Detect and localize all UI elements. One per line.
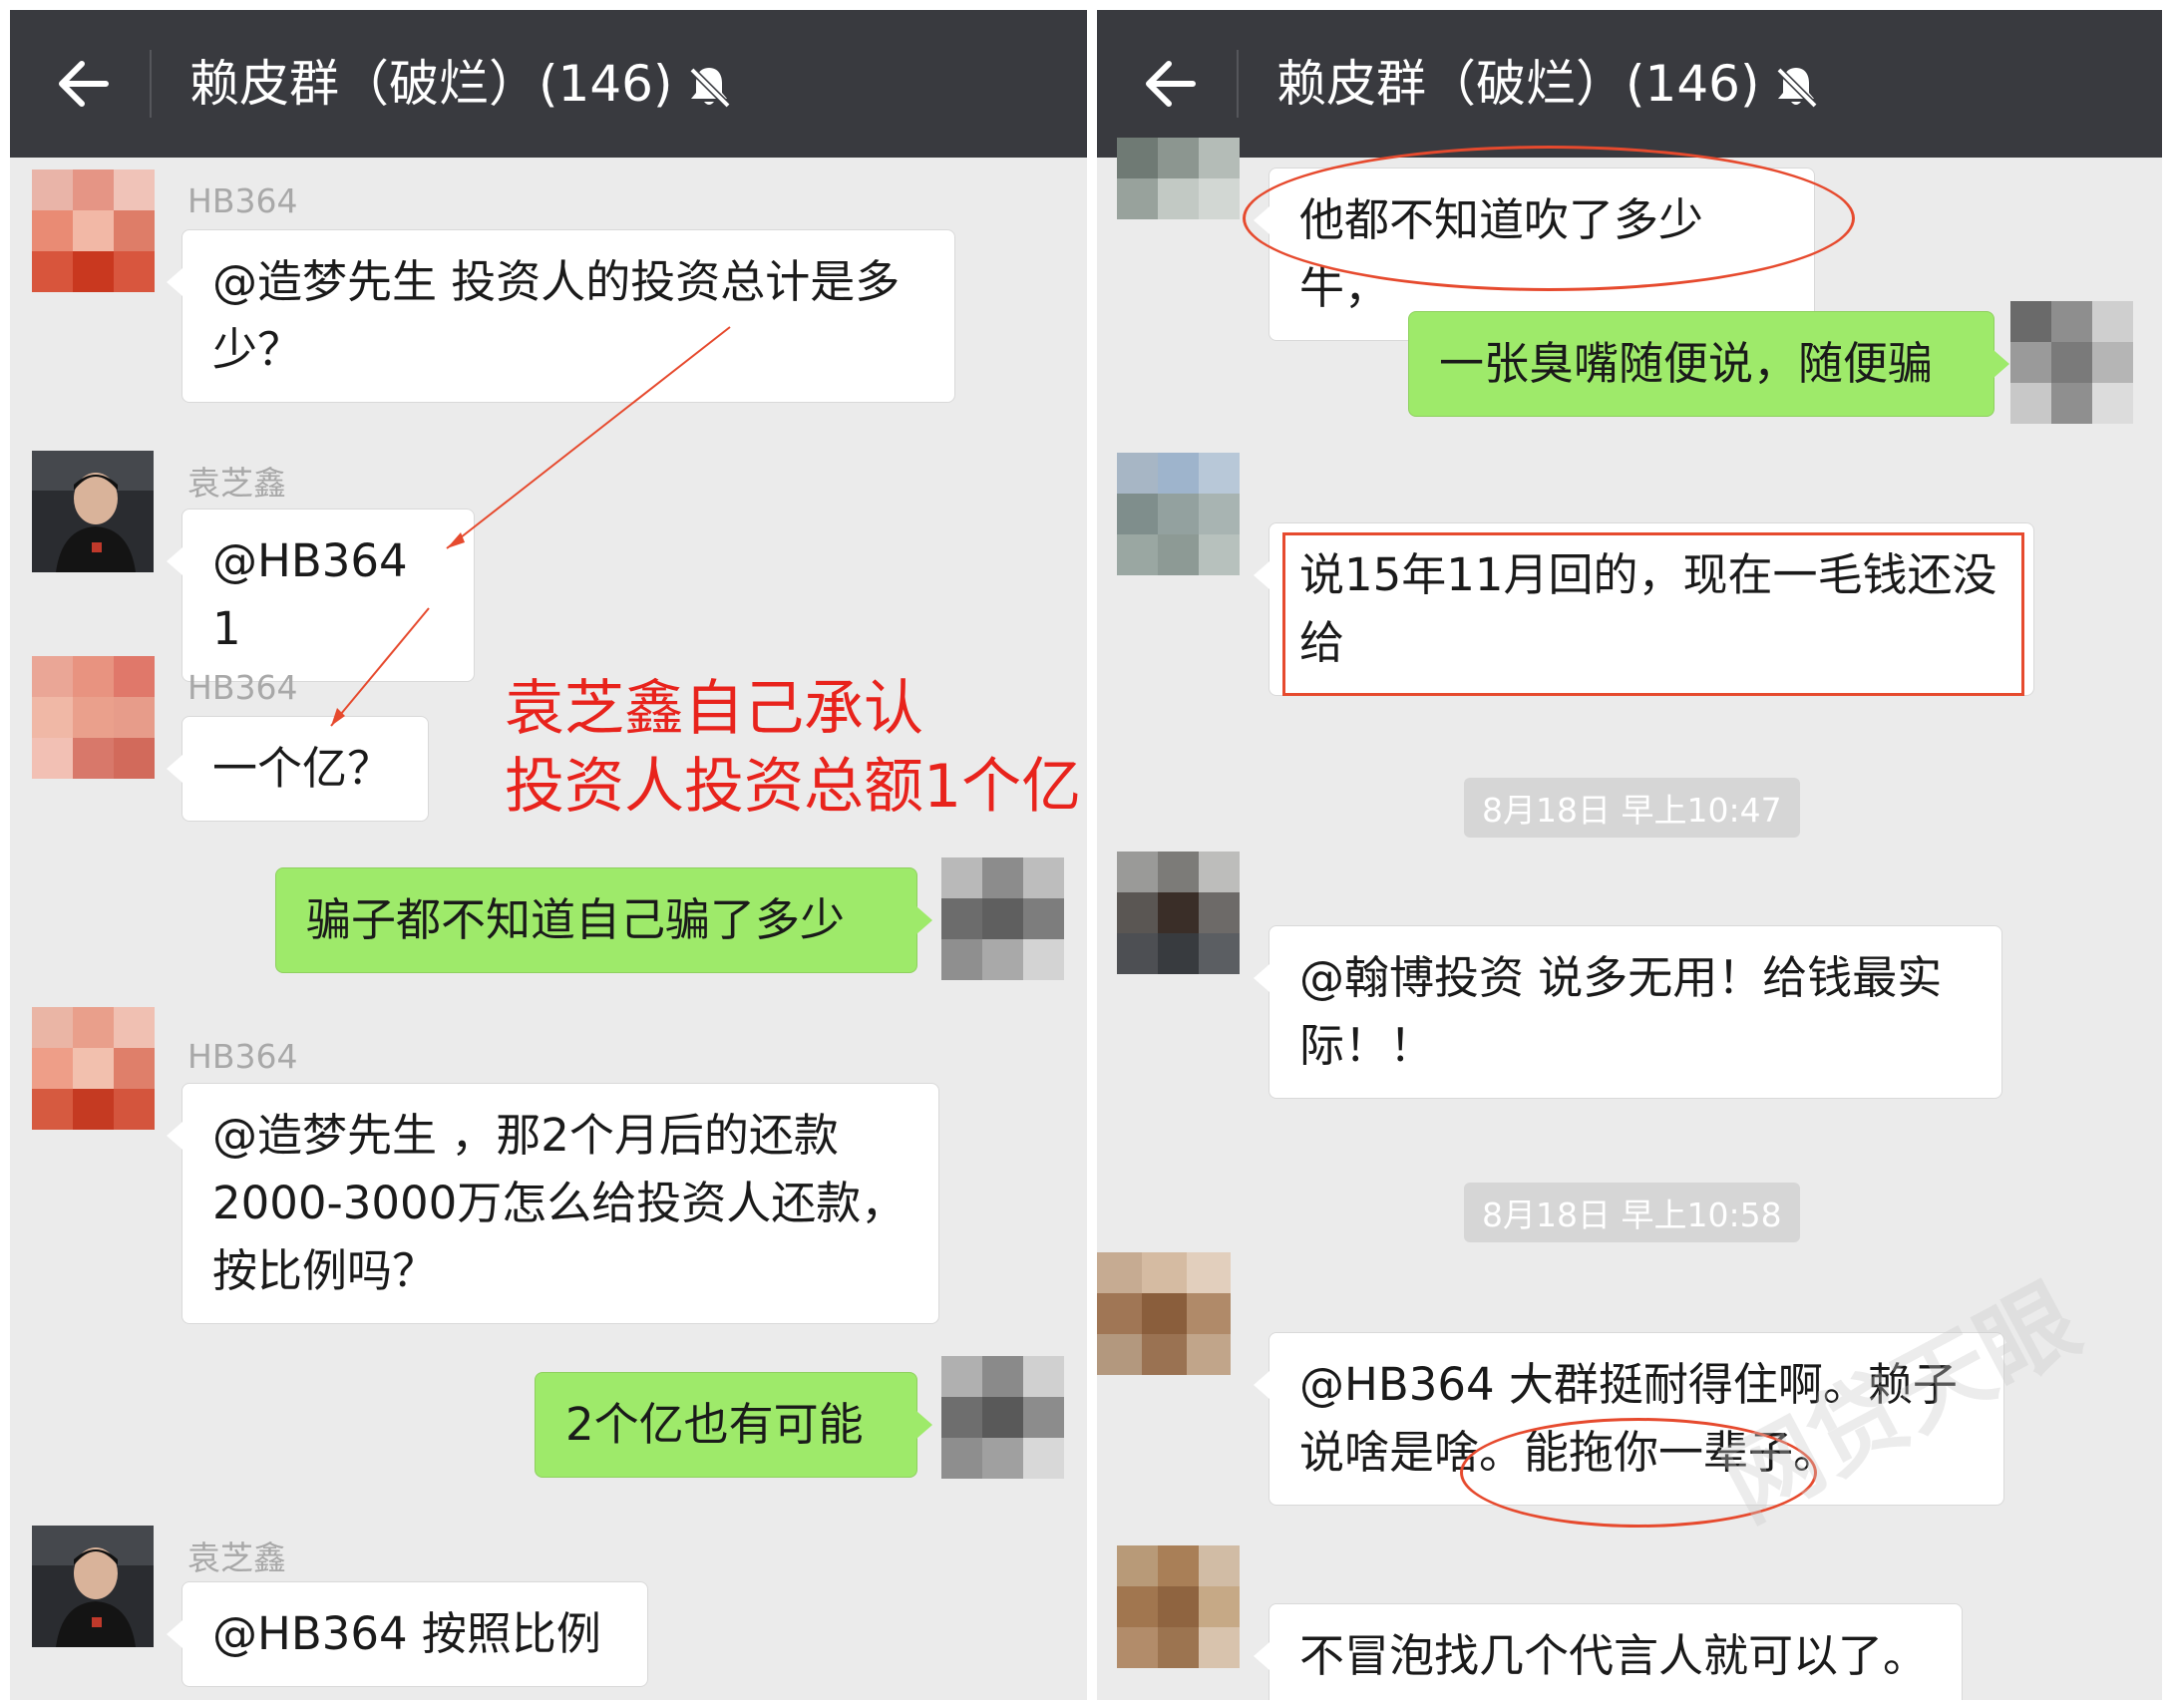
avatar[interactable] — [32, 1526, 154, 1647]
sender-name: HB364 — [187, 668, 298, 707]
left-top-bar: 赖皮群（破烂）(146) — [10, 10, 1087, 158]
message-bubble[interactable]: @造梦先生 ，那2个月后的还款2000-3000万怎么给投资人还款，按比例吗？ — [167, 1083, 939, 1324]
timestamp: 8月18日 早上10:58 — [1464, 1183, 1800, 1242]
back-arrow-icon[interactable] — [1141, 56, 1201, 112]
right-top-bar: 赖皮群（破烂）(146) — [1097, 10, 2162, 158]
avatar[interactable] — [1117, 1545, 1240, 1668]
message-bubble-self[interactable]: 骗子都不知道自己骗了多少 — [275, 867, 932, 973]
avatar[interactable] — [1097, 1252, 1231, 1375]
avatar[interactable] — [32, 170, 155, 292]
message-bubble[interactable]: @HB364 1 — [167, 509, 475, 682]
right-chat-screen: 赖皮群（破烂）(146) 他都不知道吹了多少牛， 一张臭嘴随便说，随便骗 说15… — [1097, 10, 2162, 1700]
avatar[interactable] — [2010, 301, 2133, 424]
avatar[interactable] — [941, 857, 1064, 980]
person-photo-icon — [32, 451, 154, 572]
highlight-ellipse — [1243, 146, 1855, 291]
annotation-line-1: 袁芝鑫自己承认 — [505, 674, 923, 744]
message-bubble-self[interactable]: 2个亿也有可能 — [535, 1372, 932, 1478]
sender-name: 袁芝鑫 — [187, 464, 286, 503]
avatar[interactable] — [941, 1356, 1064, 1479]
bell-mute-icon — [689, 67, 731, 109]
avatar[interactable] — [32, 1007, 155, 1130]
message-bubble[interactable]: @HB364 按照比例 — [167, 1581, 648, 1687]
sender-name: 袁芝鑫 — [187, 1538, 286, 1577]
topbar-divider — [150, 50, 152, 118]
sender-name: HB364 — [187, 1037, 298, 1076]
highlight-box — [1282, 532, 2024, 696]
avatar[interactable] — [32, 656, 155, 779]
message-bubble[interactable]: 不冒泡找几个代言人就可以了。 — [1254, 1603, 1963, 1700]
timestamp: 8月18日 早上10:47 — [1464, 778, 1800, 838]
avatar[interactable] — [1117, 453, 1240, 575]
avatar[interactable] — [1117, 852, 1240, 974]
annotation-line-2: 投资人投资总额1个亿 — [505, 752, 1082, 822]
back-arrow-icon[interactable] — [54, 56, 114, 112]
person-photo-icon — [32, 1526, 154, 1647]
topbar-divider — [1237, 50, 1239, 118]
chat-title: 赖皮群（破烂）(146) — [189, 55, 673, 113]
chat-title: 赖皮群（破烂）(146) — [1276, 55, 1760, 113]
message-bubble[interactable]: @造梦先生 投资人的投资总计是多少？ — [167, 229, 955, 403]
avatar[interactable] — [32, 451, 154, 572]
left-chat-screen: 赖皮群（破烂）(146) HB364 @造梦先生 投资人的投资总计是多少？ 袁芝… — [10, 10, 1087, 1700]
message-bubble-self[interactable]: 一张臭嘴随便说，随便骗 — [1408, 311, 2009, 417]
sender-name: HB364 — [187, 181, 298, 220]
message-bubble[interactable]: 一个亿？ — [167, 716, 429, 822]
avatar[interactable] — [1117, 138, 1240, 227]
bell-mute-icon — [1776, 67, 1818, 109]
message-bubble[interactable]: @翰博投资 说多无用！给钱最实际！！ — [1254, 925, 2002, 1099]
